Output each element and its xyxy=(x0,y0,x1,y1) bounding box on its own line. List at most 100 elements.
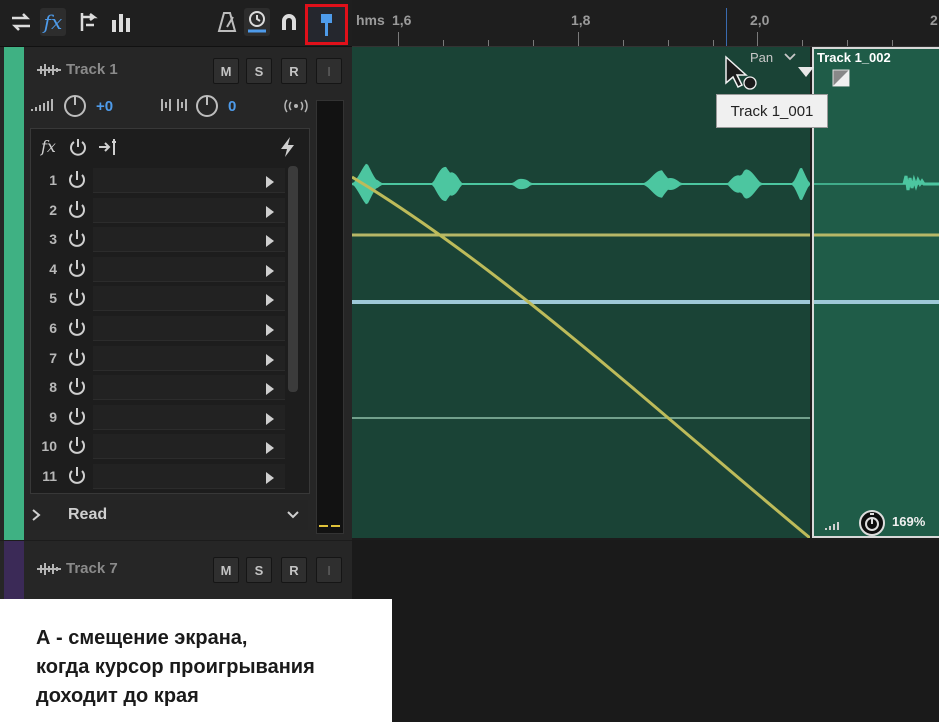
waveform-icon xyxy=(37,64,61,76)
playhead-scroll-button[interactable] xyxy=(305,4,348,45)
fx-slot-row[interactable]: 2 xyxy=(31,195,291,225)
clip-track1-002[interactable]: 169% xyxy=(812,47,939,538)
solo-button[interactable]: S xyxy=(246,557,272,583)
lightning-icon[interactable] xyxy=(279,136,297,158)
track7-color-strip xyxy=(4,541,24,601)
fx-slot-number: 5 xyxy=(49,290,57,307)
ruler-label: 2 xyxy=(930,12,938,28)
bar-graph-icon[interactable] xyxy=(108,8,134,36)
play-arrow-icon[interactable] xyxy=(266,412,274,425)
fx-slot[interactable] xyxy=(93,375,285,401)
play-arrow-icon[interactable] xyxy=(266,294,274,307)
stretch-clock-icon[interactable] xyxy=(858,509,886,537)
fx-slot[interactable] xyxy=(93,316,285,341)
volume-value[interactable]: +0 xyxy=(96,98,113,115)
loop-icon[interactable] xyxy=(244,8,270,36)
input-monitor-button[interactable]: I xyxy=(316,58,342,84)
empty-track-area[interactable] xyxy=(352,540,939,722)
chevron-right-icon[interactable] xyxy=(30,508,42,522)
play-arrow-icon[interactable] xyxy=(266,235,274,248)
ruler-label: 1,8 xyxy=(571,12,591,28)
record-arm-button[interactable]: R xyxy=(281,58,307,84)
meter-peak-right xyxy=(331,525,340,527)
fx-slot-row[interactable]: 8 xyxy=(31,372,291,402)
power-icon[interactable] xyxy=(66,347,88,369)
fx-slot-row[interactable]: 11 xyxy=(31,461,291,491)
fx-slot[interactable] xyxy=(93,168,285,193)
ruler-tick xyxy=(668,40,669,46)
record-arm-button[interactable]: R xyxy=(281,557,307,583)
waveform xyxy=(814,174,939,304)
fx-label: fx xyxy=(43,10,63,34)
solo-button[interactable]: S xyxy=(246,58,272,84)
broadcast-icon[interactable] xyxy=(284,99,308,113)
time-ruler[interactable]: hms 1,6 1,8 2,0 2 xyxy=(352,0,939,47)
play-arrow-icon[interactable] xyxy=(266,264,274,277)
fx-slot-row[interactable]: 3 xyxy=(31,224,291,254)
power-icon[interactable] xyxy=(66,169,88,191)
play-arrow-icon[interactable] xyxy=(266,442,274,455)
insert-track-icon[interactable] xyxy=(74,8,100,36)
fx-slot[interactable] xyxy=(93,286,285,312)
magnet-icon[interactable] xyxy=(276,8,302,36)
fx-slot-row[interactable]: 6 xyxy=(31,313,291,343)
power-icon[interactable] xyxy=(66,317,88,339)
chevron-down-icon[interactable] xyxy=(784,53,796,61)
fx-slot-row[interactable]: 9 xyxy=(31,402,291,432)
fx-slot[interactable] xyxy=(93,227,285,253)
fx-slot[interactable] xyxy=(93,197,285,223)
fx-slot[interactable] xyxy=(93,404,285,430)
ruler-label: 1,6 xyxy=(392,12,412,28)
power-icon[interactable] xyxy=(66,287,88,309)
fade-handle-icon[interactable] xyxy=(832,69,850,87)
power-icon[interactable] xyxy=(66,465,88,487)
clip-boundary-marker-icon[interactable] xyxy=(797,66,815,78)
ruler-tick xyxy=(713,40,714,46)
play-arrow-icon[interactable] xyxy=(266,353,274,366)
power-icon[interactable] xyxy=(66,406,88,428)
play-arrow-icon[interactable] xyxy=(266,324,274,336)
ruler-tick xyxy=(398,32,399,46)
mute-button[interactable]: M xyxy=(213,557,239,583)
power-icon[interactable] xyxy=(66,199,88,221)
metronome-icon[interactable] xyxy=(214,8,240,36)
play-arrow-icon[interactable] xyxy=(266,472,274,484)
play-arrow-icon[interactable] xyxy=(266,176,274,188)
fx-power-icon[interactable] xyxy=(68,137,88,157)
fx-slot[interactable] xyxy=(93,464,285,489)
playhead-line[interactable] xyxy=(726,8,727,46)
track1-name[interactable]: Track 1 xyxy=(66,61,118,78)
swap-icon[interactable] xyxy=(8,8,34,36)
input-monitor-button[interactable]: I xyxy=(316,557,342,583)
clip2-title[interactable]: Track 1_002 xyxy=(817,50,891,65)
fx-slot-row[interactable]: 1 xyxy=(31,165,291,195)
track7-name[interactable]: Track 7 xyxy=(66,560,118,577)
caption-overlay: А - смещение экрана, когда курсор проигр… xyxy=(0,599,392,722)
fx-slot[interactable] xyxy=(93,256,285,282)
automation-mode-bar[interactable]: Read xyxy=(30,500,308,530)
ruler-tick xyxy=(578,32,579,46)
chevron-down-icon[interactable] xyxy=(286,510,300,520)
power-icon[interactable] xyxy=(66,258,88,280)
power-icon[interactable] xyxy=(66,228,88,250)
fx-routing-icon[interactable] xyxy=(97,137,121,157)
fx-slot-row[interactable]: 10 xyxy=(31,431,291,461)
power-icon[interactable] xyxy=(66,376,88,398)
pan-knob[interactable] xyxy=(196,95,218,117)
play-arrow-icon[interactable] xyxy=(266,383,274,396)
power-icon[interactable] xyxy=(66,435,88,457)
fx-slot-row[interactable]: 4 xyxy=(31,254,291,284)
fx-icon[interactable]: fx xyxy=(40,8,66,36)
mute-button[interactable]: M xyxy=(213,58,239,84)
automation-mode-label[interactable]: Read xyxy=(68,506,107,524)
play-arrow-icon[interactable] xyxy=(266,205,274,218)
fx-slot-row[interactable]: 7 xyxy=(31,343,291,373)
volume-knob[interactable] xyxy=(64,95,86,117)
pan-value[interactable]: 0 xyxy=(228,98,236,115)
fx-scrollbar[interactable] xyxy=(288,166,298,392)
ruler-tick xyxy=(623,40,624,46)
pan-icon xyxy=(161,99,187,111)
fx-slot[interactable] xyxy=(93,345,285,371)
fx-slot-row[interactable]: 5 xyxy=(31,283,291,313)
fx-slot[interactable] xyxy=(93,434,285,460)
